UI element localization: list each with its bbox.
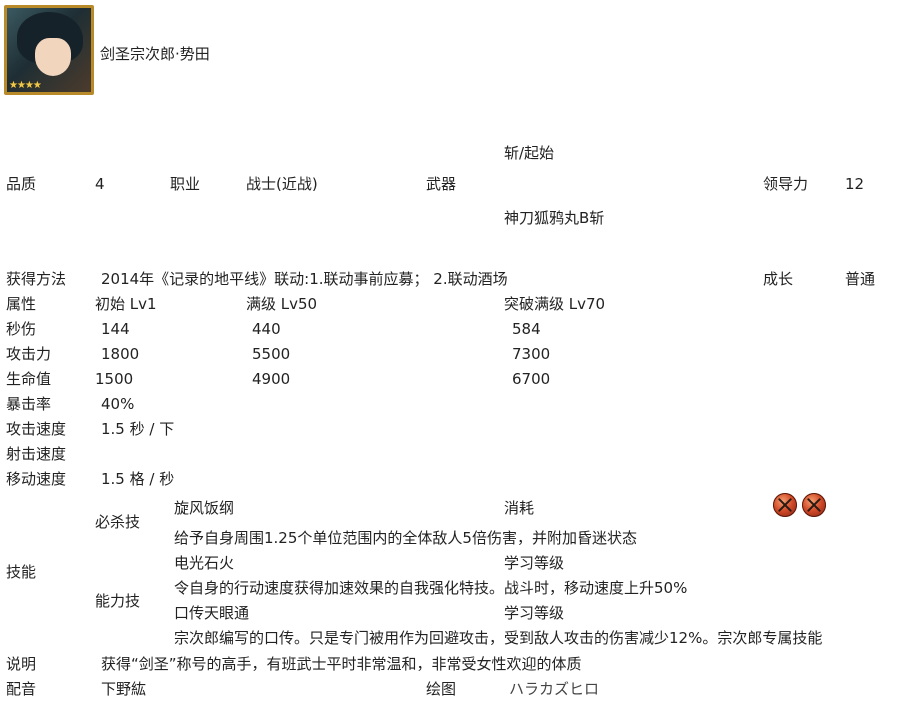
- stat-label: 生命值: [6, 370, 52, 388]
- class-value: 战士(近战): [246, 175, 318, 193]
- rarity-stars: ★★★★: [9, 80, 42, 91]
- character-name: 剑圣宗次郎·势田: [100, 45, 210, 63]
- stats-header-attr: 属性: [6, 295, 37, 313]
- ability1-name: 电光石火: [174, 554, 235, 572]
- obtain-label: 获得方法: [6, 270, 67, 288]
- leadership-value: 12: [845, 175, 865, 193]
- crit-value: 40%: [101, 395, 135, 413]
- weapon-label: 武器: [426, 175, 457, 193]
- atk-speed-value: 1.5 秒 / 下: [101, 420, 175, 438]
- description-label: 说明: [6, 655, 37, 673]
- voice-label: 配音: [6, 680, 37, 698]
- stat-value-lv1: 1800: [101, 345, 140, 363]
- ability1-level-label: 学习等级: [504, 554, 565, 572]
- art-label: 绘图: [426, 680, 457, 698]
- stats-header-lv50: 满级 Lv50: [246, 295, 318, 313]
- crit-label: 暴击率: [6, 395, 52, 413]
- stats-header-lv70: 突破满级 Lv70: [504, 295, 606, 313]
- ability2-desc: 宗次郎编写的口传。只是专门被用作为回避攻击，受到敌人攻击的伤害减少12%。宗次郎…: [174, 629, 823, 647]
- orb-cost-icon: [802, 493, 826, 517]
- stat-value-lv70: 584: [512, 320, 541, 338]
- quality-label: 品质: [6, 175, 37, 193]
- ability-skill-label: 能力技: [95, 592, 141, 610]
- special-skill-label: 必杀技: [95, 513, 141, 531]
- stat-value-lv70: 7300: [512, 345, 551, 363]
- quality-value: 4: [95, 175, 105, 193]
- ability1-desc: 令自身的行动速度获得加速效果的自我强化特技。战斗时，移动速度上升50%: [174, 579, 688, 597]
- ability2-level-label: 学习等级: [504, 604, 565, 622]
- art-value: ハラカズヒロ: [509, 680, 600, 698]
- stat-value-lv50: 4900: [252, 370, 291, 388]
- stat-value-lv70: 6700: [512, 370, 551, 388]
- skills-label: 技能: [6, 563, 37, 581]
- stat-value-lv50: 5500: [252, 345, 291, 363]
- character-portrait: ★★★★: [4, 5, 94, 95]
- description-value: 获得“剑圣”称号的高手，有班武士平时非常温和，非常受女性欢迎的体质: [101, 655, 582, 673]
- special-cost-label: 消耗: [504, 499, 535, 517]
- weapon-name: 神刀狐鸦丸B斩: [504, 209, 605, 227]
- stats-header-lv1: 初始 Lv1: [95, 295, 157, 313]
- move-speed-value: 1.5 格 / 秒: [101, 470, 175, 488]
- shoot-speed-label: 射击速度: [6, 445, 67, 463]
- ability2-name: 口传天眼通: [174, 604, 250, 622]
- atk-speed-label: 攻击速度: [6, 420, 67, 438]
- special-skill-name: 旋风饭纲: [174, 499, 235, 517]
- growth-value: 普通: [845, 270, 876, 288]
- voice-value: 下野紘: [101, 680, 147, 698]
- stat-label: 秒伤: [6, 320, 37, 338]
- growth-label: 成长: [763, 270, 794, 288]
- stat-value-lv1: 144: [101, 320, 130, 338]
- orb-cost-icon: [773, 493, 797, 517]
- stat-value-lv1: 1500: [95, 370, 134, 388]
- stat-label: 攻击力: [6, 345, 52, 363]
- leadership-label: 领导力: [763, 175, 809, 193]
- special-skill-desc: 给予自身周围1.25个单位范围内的全体敌人5倍伤害，并附加昏迷状态: [174, 529, 637, 547]
- weapon-skill: 斩/起始: [504, 144, 555, 162]
- obtain-value: 2014年《记录的地平线》联动:1.联动事前应募； 2.联动酒场: [101, 270, 508, 288]
- class-label: 职业: [170, 175, 201, 193]
- stat-value-lv50: 440: [252, 320, 281, 338]
- move-speed-label: 移动速度: [6, 470, 67, 488]
- portrait-face: [35, 38, 71, 76]
